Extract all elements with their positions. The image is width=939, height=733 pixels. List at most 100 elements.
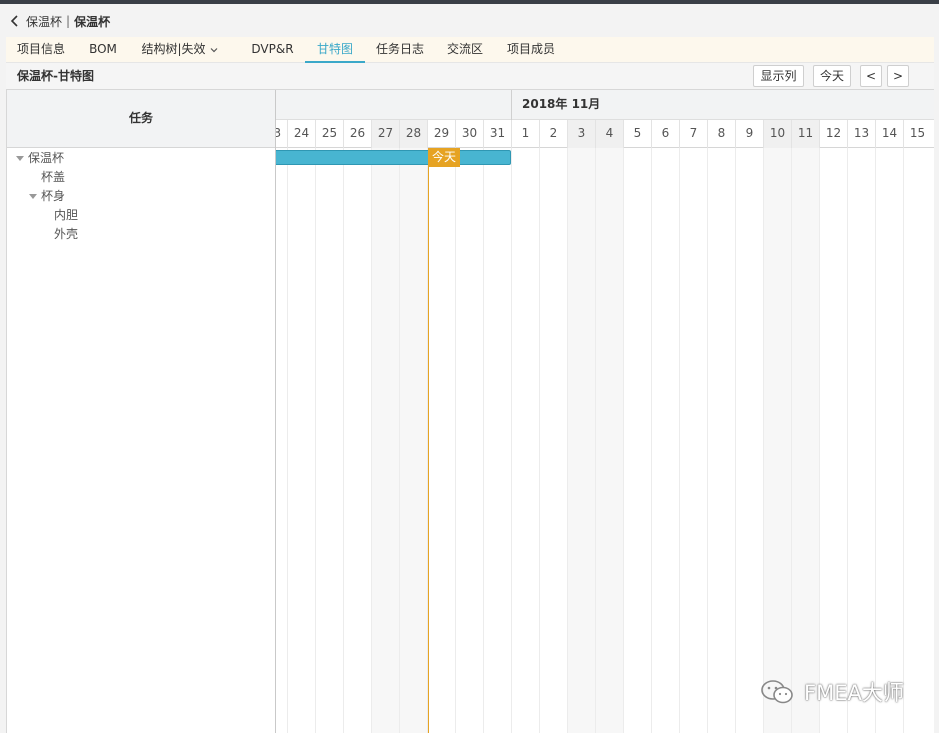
day-cell: 25 (315, 120, 343, 148)
show-columns-button[interactable]: 显示列 (753, 65, 804, 87)
watermark-text: FMEA大师 (804, 681, 904, 705)
grid-column (511, 148, 539, 733)
watermark: FMEA大师 (760, 678, 904, 706)
day-cell: 6 (651, 120, 679, 148)
tab-label: 项目成员 (506, 42, 555, 56)
tab-project-info[interactable]: 项目信息 (6, 37, 76, 63)
tab-discussion[interactable]: 交流区 (433, 37, 497, 63)
breadcrumb-current: 保温杯 (74, 14, 111, 29)
grid-column (427, 148, 455, 733)
today-button[interactable]: 今天 (813, 65, 851, 87)
day-cell: 13 (847, 120, 875, 148)
caret-down-icon[interactable] (16, 156, 24, 161)
grid-column (455, 148, 483, 733)
caret-down-icon[interactable] (29, 194, 37, 199)
day-cell: 1 (511, 120, 539, 148)
tab-label: 甘特图 (316, 42, 353, 56)
breadcrumb: 保温杯 | 保温杯 (8, 11, 110, 31)
task-name: 外壳 (54, 227, 79, 241)
task-bar-baowenbei[interactable] (276, 150, 511, 165)
grid-column (651, 148, 679, 733)
tab-label: BOM (89, 42, 117, 56)
panel-title: 保温杯-甘特图 (17, 69, 94, 83)
day-cell: 12 (819, 120, 847, 148)
task-row[interactable]: 外壳 (54, 225, 78, 244)
gantt-chart: 任务 保温杯 杯盖 杯身 内胆 外壳 2018年 11月 23242526272… (6, 89, 934, 733)
next-button[interactable]: > (887, 65, 909, 87)
breadcrumb-parent[interactable]: 保温杯 (26, 13, 62, 30)
tab-label: 项目信息 (16, 42, 65, 56)
grid-column (763, 148, 791, 733)
day-cell: 31 (483, 120, 511, 148)
grid-column (847, 148, 875, 733)
project-tabs: 项目信息 BOM 结构树|失效 DVP&R 甘特图 任务日志 交流区 项目成员 (6, 37, 934, 63)
task-column-header: 任务 (7, 90, 275, 148)
task-tree-pane: 任务 保温杯 杯盖 杯身 内胆 外壳 (7, 90, 276, 733)
day-cell: 28 (399, 120, 427, 148)
day-cell: 9 (735, 120, 763, 148)
task-name: 内胆 (54, 208, 79, 222)
tab-dvpr[interactable]: DVP&R (240, 37, 305, 63)
day-cell: 14 (875, 120, 903, 148)
grid-column (343, 148, 371, 733)
day-cell: 30 (455, 120, 483, 148)
prev-button[interactable]: < (860, 65, 882, 87)
breadcrumb-separator: | (66, 14, 71, 28)
day-cell: 27 (371, 120, 399, 148)
tab-label: 交流区 (446, 42, 483, 56)
task-name: 保温杯 (28, 151, 65, 165)
month-header-row: 2018年 11月 (276, 90, 934, 120)
chevron-down-icon (210, 47, 217, 52)
grid-column (276, 148, 287, 733)
gantt-panel-header: 保温杯-甘特图 显示列 今天 < > (6, 63, 934, 89)
day-cell: 10 (763, 120, 791, 148)
tab-task-log[interactable]: 任务日志 (367, 37, 433, 63)
tab-bom[interactable]: BOM (76, 37, 130, 63)
grid-column (399, 148, 427, 733)
day-cell: 11 (791, 120, 819, 148)
today-marker: 今天 (428, 148, 460, 167)
day-cell: 4 (595, 120, 623, 148)
grid-column (735, 148, 763, 733)
grid-column (679, 148, 707, 733)
day-cell: 15 (903, 120, 931, 148)
day-cell: 26 (343, 120, 371, 148)
day-cell: 23 (276, 120, 287, 148)
task-row[interactable]: 杯盖 (41, 168, 65, 187)
tab-members[interactable]: 项目成员 (497, 37, 565, 63)
task-row[interactable]: 内胆 (54, 206, 78, 225)
tab-label: 任务日志 (375, 42, 424, 56)
task-name: 杯盖 (41, 170, 66, 184)
window-top-bar (0, 0, 939, 4)
tab-label: 结构树|失效 (141, 42, 206, 56)
chevron-left-icon[interactable] (8, 14, 22, 28)
grid-column (791, 148, 819, 733)
day-cell: 7 (679, 120, 707, 148)
day-cell: 2 (539, 120, 567, 148)
today-line (428, 148, 429, 733)
grid-column (595, 148, 623, 733)
task-row[interactable]: 杯身 (29, 187, 65, 206)
tab-structure-tree[interactable]: 结构树|失效 (130, 37, 230, 63)
wechat-icon (761, 680, 793, 704)
grid-column (287, 148, 315, 733)
grid-column (567, 148, 595, 733)
day-cell: 5 (623, 120, 651, 148)
grid-column (819, 148, 847, 733)
grid-column (903, 148, 931, 733)
day-cell: 3 (567, 120, 595, 148)
task-row[interactable]: 保温杯 (16, 149, 64, 168)
timeline-pane: 2018年 11月 232425262728293031123456789101… (276, 90, 934, 733)
day-cell: 8 (707, 120, 735, 148)
tab-label: DVP&R (251, 42, 294, 56)
day-cell: 29 (427, 120, 455, 148)
grid-column (875, 148, 903, 733)
day-header-row: 232425262728293031123456789101112131415 (276, 120, 934, 148)
grid-column (707, 148, 735, 733)
day-cell: 24 (287, 120, 315, 148)
grid-column (371, 148, 399, 733)
grid-column (539, 148, 567, 733)
tab-gantt[interactable]: 甘特图 (305, 37, 365, 63)
grid-column (315, 148, 343, 733)
grid-column (623, 148, 651, 733)
